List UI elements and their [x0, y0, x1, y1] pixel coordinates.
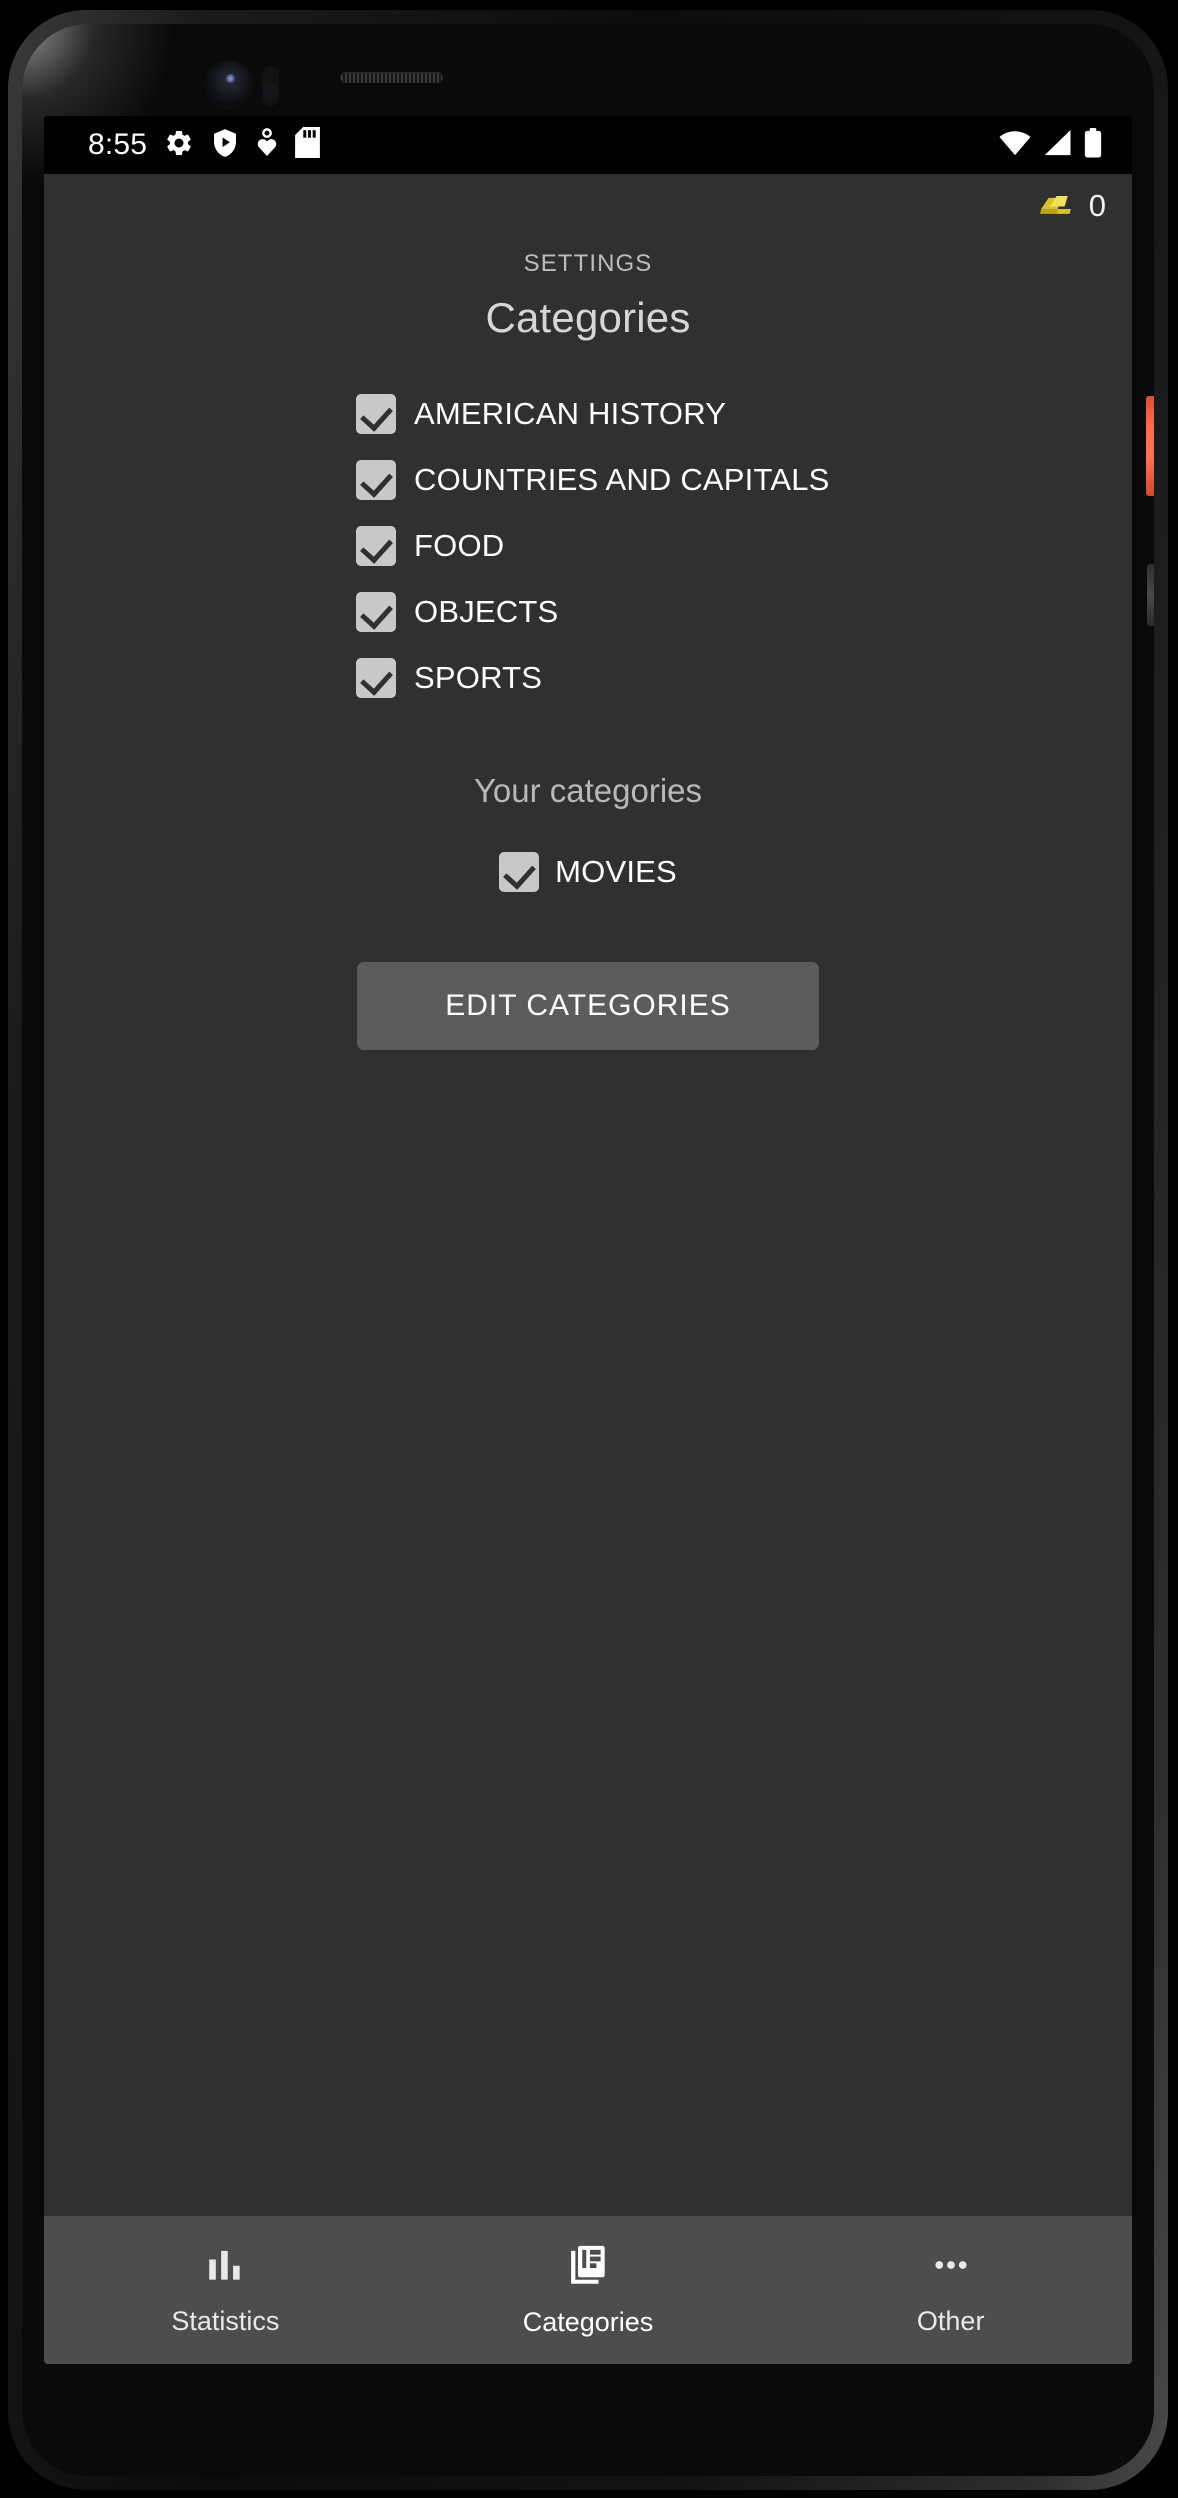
- nav-label: Statistics: [171, 2306, 280, 2336]
- checkbox-movies[interactable]: [499, 852, 540, 892]
- settings-eyebrow-label: SETTINGS: [523, 250, 653, 277]
- proximity-sensor-dot: [263, 82, 278, 99]
- heart-location-icon: [256, 127, 278, 163]
- checkbox-objects[interactable]: [356, 592, 396, 632]
- bar-chart-icon: [203, 2243, 247, 2292]
- category-row-objects[interactable]: OBJECTS: [356, 592, 1132, 632]
- nav-item-statistics[interactable]: Statistics: [44, 2243, 407, 2337]
- page-header: SETTINGS Categories: [44, 250, 1132, 342]
- category-label: SPORTS: [414, 660, 543, 695]
- front-camera: [207, 62, 251, 106]
- page-title: Categories: [485, 294, 691, 341]
- category-label: OBJECTS: [414, 594, 559, 629]
- cards-stack-icon: [565, 2242, 611, 2293]
- gold-count: 0: [1088, 188, 1106, 223]
- category-row-countries-and-capitals[interactable]: COUNTRIES AND CAPITALS: [356, 460, 1132, 500]
- phone-frame: 8:55 0 SETTINGS Categories AMERICAN HIST…: [8, 10, 1168, 2490]
- status-bar: 8:55: [44, 116, 1132, 174]
- checkbox-sports[interactable]: [356, 658, 396, 698]
- earpiece-speaker: [340, 72, 443, 83]
- more-horizontal-icon: [929, 2243, 973, 2292]
- gold-counter[interactable]: 0: [1035, 188, 1106, 224]
- gear-icon: [164, 128, 194, 163]
- category-label: MOVIES: [555, 854, 677, 889]
- shield-play-icon: [211, 128, 239, 163]
- nav-label: Categories: [522, 2307, 654, 2337]
- category-label: AMERICAN HISTORY: [414, 396, 727, 431]
- status-time: 8:55: [88, 128, 148, 161]
- wifi-icon: [999, 130, 1031, 161]
- category-row-american-history[interactable]: AMERICAN HISTORY: [356, 394, 1132, 434]
- default-categories-list: AMERICAN HISTORY COUNTRIES AND CAPITALS …: [44, 394, 1132, 698]
- checkbox-countries-and-capitals[interactable]: [356, 460, 396, 500]
- volume-button[interactable]: [1147, 564, 1154, 626]
- status-bar-right: [999, 127, 1102, 163]
- phone-body: 8:55 0 SETTINGS Categories AMERICAN HIST…: [22, 24, 1154, 2476]
- your-categories-heading: Your categories: [473, 772, 703, 809]
- checkbox-food[interactable]: [356, 526, 396, 566]
- gold-bar-icon: [1035, 189, 1077, 224]
- category-label: FOOD: [414, 528, 505, 563]
- status-bar-left: 8:55: [88, 127, 321, 163]
- checkbox-american-history[interactable]: [356, 394, 396, 434]
- battery-icon: [1084, 127, 1102, 163]
- nav-label: Other: [916, 2306, 985, 2336]
- user-categories-list: MOVIES: [44, 852, 1132, 892]
- category-label: COUNTRIES AND CAPITALS: [414, 462, 830, 497]
- sd-card-icon: [295, 127, 321, 163]
- category-row-food[interactable]: FOOD: [356, 526, 1132, 566]
- bottom-navigation-bar: Statistics Categories Other: [44, 2216, 1132, 2364]
- camera-glint: [226, 74, 235, 83]
- edit-categories-button[interactable]: EDIT CATEGORIES: [357, 962, 819, 1050]
- category-row-movies[interactable]: MOVIES: [499, 852, 677, 892]
- category-row-sports[interactable]: SPORTS: [356, 658, 1132, 698]
- power-button[interactable]: [1146, 396, 1154, 496]
- nav-item-categories[interactable]: Categories: [407, 2242, 770, 2338]
- cellular-signal-icon: [1043, 129, 1072, 161]
- nav-item-other[interactable]: Other: [769, 2243, 1132, 2337]
- app-content: 0 SETTINGS Categories AMERICAN HISTORY C…: [44, 174, 1132, 2364]
- phone-screen: 8:55 0 SETTINGS Categories AMERICAN HIST…: [44, 116, 1132, 2364]
